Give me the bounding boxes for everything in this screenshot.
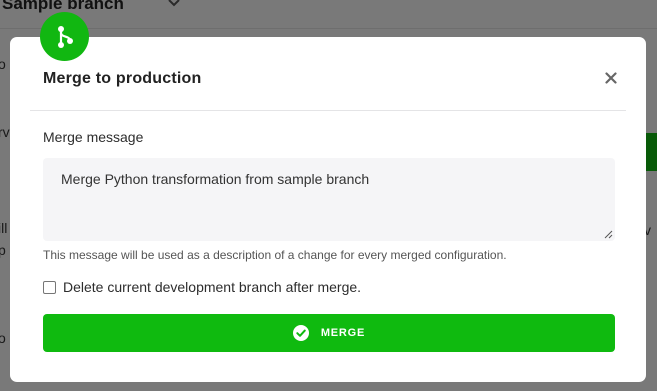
close-icon bbox=[605, 72, 617, 84]
merge-button[interactable]: MERGE bbox=[43, 314, 615, 352]
delete-branch-checkbox[interactable] bbox=[43, 280, 56, 294]
resize-handle-icon[interactable] bbox=[604, 230, 613, 239]
merge-message-label: Merge message bbox=[43, 129, 144, 145]
close-button[interactable] bbox=[601, 68, 621, 88]
branch-badge bbox=[40, 12, 89, 61]
merge-message-input[interactable]: Merge Python transformation from sample … bbox=[43, 158, 615, 241]
header-divider bbox=[30, 110, 626, 111]
check-circle-icon bbox=[292, 325, 309, 341]
delete-branch-label: Delete current development branch after … bbox=[63, 279, 362, 295]
delete-branch-option[interactable]: Delete current development branch after … bbox=[43, 279, 361, 295]
dialog-title: Merge to production bbox=[43, 70, 202, 87]
merge-message-help: This message will be used as a descripti… bbox=[43, 248, 507, 262]
merge-button-label: MERGE bbox=[320, 327, 366, 339]
branch-icon bbox=[57, 25, 73, 48]
merge-dialog: Merge to production Merge message Merge … bbox=[10, 12, 646, 382]
